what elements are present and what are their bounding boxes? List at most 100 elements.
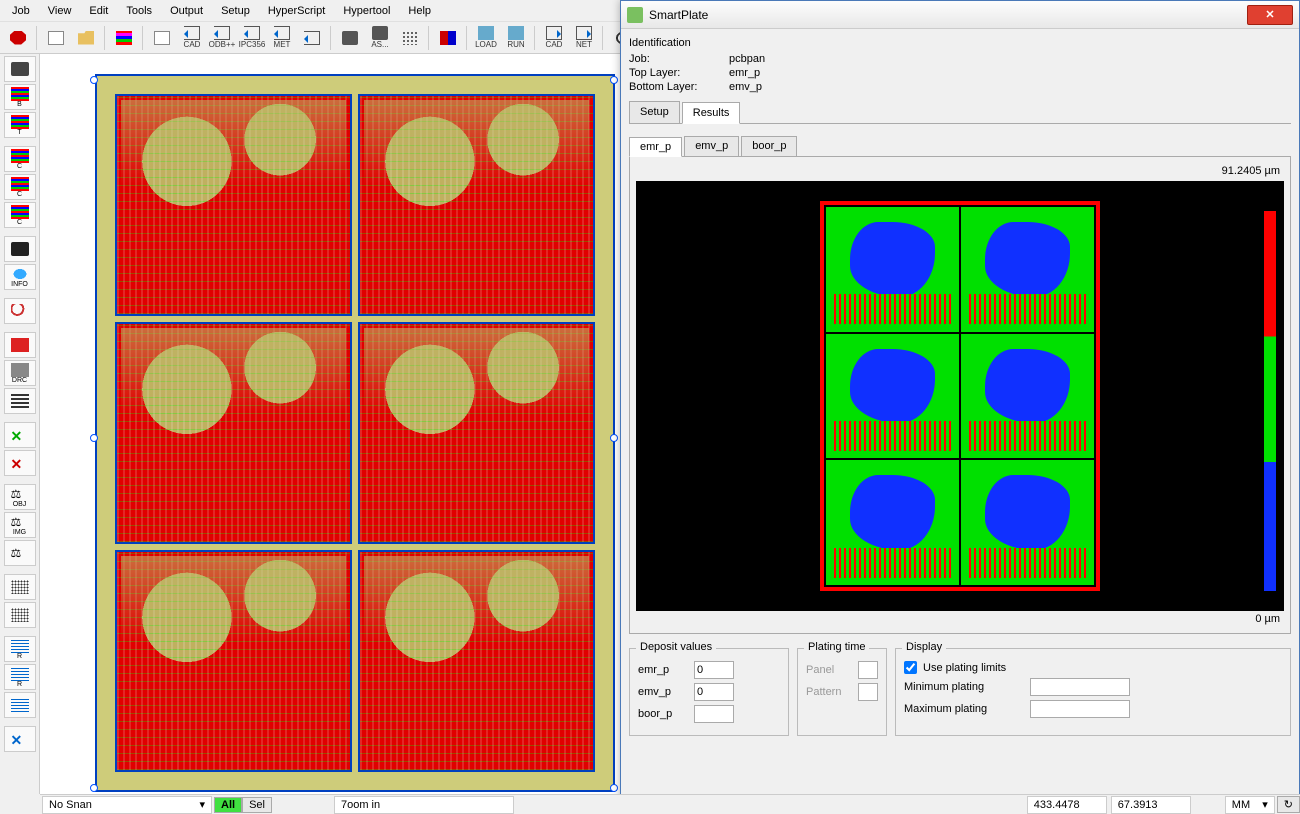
plating-pattern-label: Pattern bbox=[806, 686, 852, 698]
snap-status[interactable]: No Snan▾ bbox=[42, 796, 212, 814]
max-plating-input[interactable] bbox=[1030, 700, 1130, 718]
menu-job[interactable]: Job bbox=[4, 3, 38, 19]
fiducial-marker bbox=[610, 434, 618, 442]
tab-results[interactable]: Results bbox=[682, 102, 741, 124]
lines-r1-button[interactable]: R bbox=[4, 636, 36, 662]
new-button[interactable] bbox=[42, 24, 70, 52]
deposit-boor-input[interactable] bbox=[694, 705, 734, 723]
bars-button[interactable] bbox=[4, 388, 36, 414]
menu-view[interactable]: View bbox=[40, 3, 80, 19]
unit-selector[interactable]: MM▾ bbox=[1225, 796, 1275, 814]
camera-button[interactable] bbox=[4, 56, 36, 82]
stop-button[interactable] bbox=[4, 24, 32, 52]
save-button[interactable] bbox=[336, 24, 364, 52]
import-cad-button[interactable]: CAD bbox=[178, 24, 206, 52]
zoom-status[interactable]: 7oom in bbox=[334, 796, 514, 814]
plating-fieldset: Plating time Panel Pattern bbox=[797, 648, 887, 736]
menu-help[interactable]: Help bbox=[400, 3, 439, 19]
import-met-button[interactable]: MET bbox=[268, 24, 296, 52]
coord-x: 433.4478 bbox=[1027, 796, 1107, 814]
deposit-emv-input[interactable] bbox=[694, 683, 734, 701]
main-canvas[interactable] bbox=[40, 54, 620, 794]
refresh-button[interactable]: ↻ bbox=[1277, 796, 1300, 813]
bottom-layer-value: emv_p bbox=[729, 81, 762, 93]
red-tool-button[interactable] bbox=[4, 332, 36, 358]
menu-hypertool[interactable]: Hypertool bbox=[335, 3, 398, 19]
job-value: pcbpan bbox=[729, 53, 765, 65]
scale-net-button[interactable]: ⚖OBJ bbox=[4, 484, 36, 510]
app-icon bbox=[627, 7, 643, 23]
coord-y: 67.3913 bbox=[1111, 796, 1191, 814]
layer-t-button[interactable]: T bbox=[4, 112, 36, 138]
tab-setup[interactable]: Setup bbox=[629, 101, 680, 123]
page-button[interactable] bbox=[148, 24, 176, 52]
status-bar: No Snan▾ All Sel 7oom in 433.4478 67.391… bbox=[40, 794, 1300, 814]
plating-legend: Plating time bbox=[804, 641, 869, 653]
lines-r3-button[interactable] bbox=[4, 692, 36, 718]
dots2-button[interactable] bbox=[4, 602, 36, 628]
layer-c1-button[interactable]: C bbox=[4, 146, 36, 172]
x-green-button[interactable]: ✕ bbox=[4, 422, 36, 448]
import-odb-button[interactable]: ODB++ bbox=[208, 24, 236, 52]
top-layer-value: emr_p bbox=[729, 67, 760, 79]
heatmap-cell bbox=[826, 207, 959, 332]
menu-setup[interactable]: Setup bbox=[213, 3, 258, 19]
subtab-emv[interactable]: emv_p bbox=[684, 136, 739, 156]
heatmap-view[interactable] bbox=[636, 181, 1284, 611]
heatmap-cell bbox=[826, 334, 959, 459]
dialog-titlebar[interactable]: SmartPlate ✕ bbox=[621, 1, 1299, 29]
min-plating-input[interactable] bbox=[1030, 678, 1130, 696]
import-ipc-button[interactable]: IPC356 bbox=[238, 24, 266, 52]
pcb-panel bbox=[95, 74, 615, 792]
import-generic-button[interactable] bbox=[298, 24, 326, 52]
subtab-boor[interactable]: boor_p bbox=[741, 136, 797, 156]
all-button[interactable]: All bbox=[214, 797, 242, 813]
layer-subtabs: emr_p emv_p boor_p bbox=[629, 136, 1291, 157]
dialog-title: SmartPlate bbox=[649, 8, 708, 22]
fiducial-marker bbox=[90, 76, 98, 84]
fiducial-marker bbox=[90, 784, 98, 792]
layer-c3-button[interactable]: C bbox=[4, 202, 36, 228]
load-button[interactable]: LOAD bbox=[472, 24, 500, 52]
identification-section: Identification Job:pcbpan Top Layer:emr_… bbox=[629, 37, 1291, 93]
info-button[interactable]: INFO bbox=[4, 264, 36, 290]
pcb-instance bbox=[115, 322, 352, 544]
swap-button[interactable] bbox=[434, 24, 462, 52]
x-red-button[interactable]: ✕ bbox=[4, 450, 36, 476]
drc-button[interactable]: DRC bbox=[4, 360, 36, 386]
zoom-button[interactable] bbox=[4, 298, 36, 324]
deposit-fieldset: Deposit values emr_p emv_p boor_p bbox=[629, 648, 789, 736]
fiducial-marker bbox=[610, 76, 618, 84]
run-button[interactable]: RUN bbox=[502, 24, 530, 52]
menu-output[interactable]: Output bbox=[162, 3, 211, 19]
deposit-emr-input[interactable] bbox=[694, 661, 734, 679]
layers-button[interactable] bbox=[110, 24, 138, 52]
chip-button[interactable] bbox=[4, 236, 36, 262]
heatmap-cell bbox=[961, 334, 1094, 459]
menu-tools[interactable]: Tools bbox=[118, 3, 160, 19]
use-plating-limits-checkbox[interactable] bbox=[904, 661, 917, 674]
result-panel: 91.2405 µm 0 µm bbox=[629, 157, 1291, 634]
display-legend: Display bbox=[902, 641, 946, 653]
menu-hyperscript[interactable]: HyperScript bbox=[260, 3, 333, 19]
menu-edit[interactable]: Edit bbox=[81, 3, 116, 19]
sel-button[interactable]: Sel bbox=[242, 797, 272, 813]
dots1-button[interactable] bbox=[4, 574, 36, 600]
export-net-button[interactable]: NET bbox=[570, 24, 598, 52]
grid-button[interactable] bbox=[396, 24, 424, 52]
layer-b-button[interactable]: B bbox=[4, 84, 36, 110]
open-button[interactable] bbox=[72, 24, 100, 52]
scale-img-button[interactable]: ⚖ bbox=[4, 540, 36, 566]
scale-obj-button[interactable]: ⚖IMG bbox=[4, 512, 36, 538]
deposit-legend: Deposit values bbox=[636, 641, 716, 653]
save-as-button[interactable]: AS... bbox=[366, 24, 394, 52]
export-cad-button[interactable]: CAD bbox=[540, 24, 568, 52]
layer-c2-button[interactable]: C bbox=[4, 174, 36, 200]
result-min-value: 0 µm bbox=[636, 611, 1284, 627]
subtab-emr[interactable]: emr_p bbox=[629, 137, 682, 157]
x-blue-button[interactable]: ✕ bbox=[4, 726, 36, 752]
lines-r2-button[interactable]: R bbox=[4, 664, 36, 690]
job-label: Job: bbox=[629, 53, 719, 65]
heatmap-cell bbox=[826, 460, 959, 585]
close-button[interactable]: ✕ bbox=[1247, 5, 1293, 25]
